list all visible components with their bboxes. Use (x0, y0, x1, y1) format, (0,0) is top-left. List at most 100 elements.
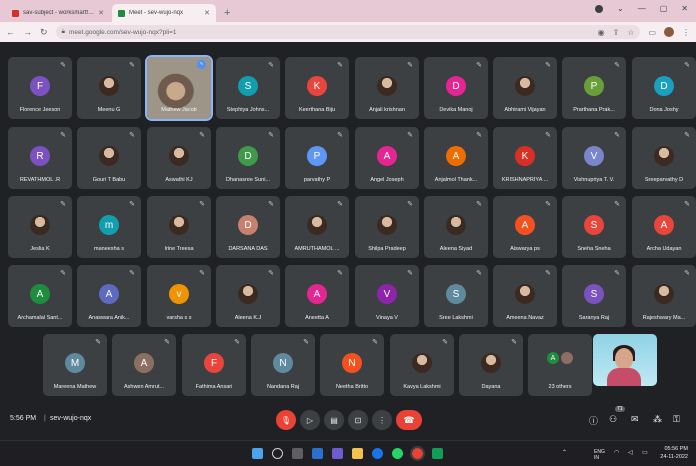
participant-tile[interactable]: M ✎ Mareena Mathew (43, 334, 107, 396)
tray-chevron-icon[interactable]: ⌃ (562, 449, 567, 456)
participant-tile[interactable]: ✎ Meenu G (77, 57, 141, 119)
close-window-icon[interactable]: ✕ (681, 4, 688, 13)
participant-tile[interactable]: D ✎ DARSANA DAS (216, 196, 280, 258)
participant-tile[interactable]: D ✎ Dona Joshy (632, 57, 696, 119)
participant-tile[interactable]: ✎ AMRUTHAMOL ... (285, 196, 349, 258)
participant-tile[interactable]: ✎ Irine Treesa (147, 196, 211, 258)
widgets-icon[interactable] (312, 448, 323, 459)
participant-tile[interactable]: D ✎ Dhanasree Suni... (216, 127, 280, 189)
maximize-icon[interactable]: ▢ (660, 4, 668, 13)
meeting-details-icon[interactable]: ⓘ (589, 414, 598, 427)
participant-tile[interactable]: ✎ Sreeparvathy D (632, 127, 696, 189)
task-view-icon[interactable] (292, 448, 303, 459)
participant-tile[interactable]: ✎ Ameena Navaz (493, 265, 557, 327)
activities-icon[interactable]: ⁂ (653, 414, 662, 425)
profile-icon[interactable] (595, 4, 604, 13)
camera-toggle-button[interactable]: ▷ (300, 410, 320, 430)
camera-icon[interactable]: ◉ (598, 28, 605, 37)
participant-tile[interactable]: F ✎ Florence Jeeson (8, 57, 72, 119)
tab-search-icon[interactable]: ⌄ (617, 4, 624, 13)
participant-tile[interactable]: ✎ Rajeshwary Ma... (632, 265, 696, 327)
participant-tile[interactable]: F ✎ Fathima Ansari (182, 334, 246, 396)
participant-tile[interactable]: ✎ Gouri T Babu (77, 127, 141, 189)
participant-tile[interactable]: D ✎ Devika Manoj (424, 57, 488, 119)
participant-tile[interactable]: A ✎ Anaswara Anik... (77, 265, 141, 327)
close-tab-icon[interactable]: ✕ (204, 9, 210, 17)
participant-tile[interactable]: ✎ Abhirami Vijayan (493, 57, 557, 119)
participant-tile[interactable]: A ✎ Anjalmol Thank... (424, 127, 488, 189)
language-indicator[interactable]: ENG IN (594, 449, 605, 461)
participant-tile[interactable]: A ✎ Archa Udayan (632, 196, 696, 258)
chrome-avatar[interactable] (664, 27, 674, 37)
participant-tile[interactable]: P ✎ Prarthana Prak... (562, 57, 626, 119)
chat-icon[interactable]: ✉ (631, 414, 639, 425)
chrome-icon[interactable] (410, 446, 425, 461)
participant-tile[interactable]: P ✎ parvathy P (285, 127, 349, 189)
host-controls-icon[interactable]: ⚿ (673, 414, 680, 425)
share-icon[interactable]: ⇪ (613, 28, 620, 37)
participant-tile[interactable]: ✎ Jeslia K (8, 196, 72, 258)
battery-icon[interactable]: ▭ (642, 449, 648, 456)
file-explorer-icon[interactable] (352, 448, 363, 459)
volume-icon[interactable]: ◁ (628, 449, 633, 456)
participant-tile[interactable]: ✎ Aswathi KJ (147, 127, 211, 189)
participant-tile[interactable]: S ✎ Sree Lakshmi (424, 265, 488, 327)
participant-tile[interactable]: S ✎ Sneha Sneha (562, 196, 626, 258)
participant-tile[interactable]: V ✎ Vishnupriya T. V. (562, 127, 626, 189)
windows-start-icon[interactable] (252, 448, 263, 459)
search-icon[interactable] (272, 448, 283, 459)
participant-tile[interactable]: V ✎ Vinaya V (355, 265, 419, 327)
captions-button[interactable]: ▤ (324, 410, 344, 430)
participant-tile[interactable]: K ✎ KRISHNAPRIYA ... (493, 127, 557, 189)
mic-toggle-button[interactable]: 🎙︎ (276, 410, 296, 430)
extensions-icon[interactable]: ▭ (648, 28, 656, 37)
browser-tab-gmail[interactable]: sav-subject - worksmartfun@gm ✕ (6, 4, 110, 22)
participant-tile[interactable]: ✎ Anjali krishnan (355, 57, 419, 119)
wifi-icon[interactable]: ◠ (614, 449, 619, 456)
teams-icon[interactable] (332, 448, 343, 459)
participant-tile[interactable]: ∿ Mathew Jacob (145, 55, 213, 121)
participant-tile[interactable]: ✎ Aleena Siyad (424, 196, 488, 258)
participant-name: Aswathi KJ (165, 177, 193, 183)
participant-tile[interactable]: m ✎ maneesha s (77, 196, 141, 258)
participant-tile[interactable]: S ✎ Saranya Raj (562, 265, 626, 327)
url-field[interactable]: 🔒︎ meet.google.com/sev-wujo-nqx?pli=1 ◉ … (55, 25, 641, 39)
self-view-tile[interactable] (593, 334, 657, 386)
menu-icon[interactable]: ⋮ (682, 28, 690, 37)
participant-tile[interactable]: A ✎ Angel Joseph (355, 127, 419, 189)
participant-tile[interactable]: A ✎ Archamalal Sant... (8, 265, 72, 327)
participant-tile[interactable]: A ✎ Aiswarya ps (493, 196, 557, 258)
participant-tile[interactable]: N ✎ Nandana Raj (251, 334, 315, 396)
participant-tile[interactable]: A ✎ Ashwen Amrut... (112, 334, 176, 396)
participant-tile[interactable]: ✎ Kavya Lakshmi (390, 334, 454, 396)
participant-tile[interactable]: R ✎ REVATHMOL .R (8, 127, 72, 189)
taskbar-clock[interactable]: 05:56 PM 24-11-2022 (660, 445, 688, 461)
participant-tile[interactable]: K ✎ Keerthana Biju (285, 57, 349, 119)
close-tab-icon[interactable]: ✕ (98, 9, 104, 17)
edge-icon[interactable] (372, 448, 383, 459)
bookmark-icon[interactable]: ☆ (627, 28, 634, 37)
avatar-photo (169, 215, 189, 235)
participant-tile[interactable]: A ✎ Aneetta A (285, 265, 349, 327)
leave-call-button[interactable]: ☎︎ (396, 410, 422, 430)
more-options-button[interactable]: ⋮ (372, 410, 392, 430)
new-tab-button[interactable]: + (218, 4, 236, 22)
avatar: F (30, 76, 50, 96)
minimize-icon[interactable]: — (638, 4, 646, 13)
whatsapp-icon[interactable] (392, 448, 403, 459)
forward-icon[interactable]: → (23, 27, 32, 37)
participant-tile[interactable]: N ✎ Neetha Britto (320, 334, 384, 396)
reload-icon[interactable]: ↻ (40, 27, 48, 38)
participant-tile[interactable]: v ✎ varsha s s (147, 265, 211, 327)
participant-tile[interactable]: ✎ Shilpa Pradeep (355, 196, 419, 258)
people-icon[interactable]: ⚇ (609, 414, 617, 425)
present-button[interactable]: ⊡ (348, 410, 368, 430)
participant-tile[interactable]: ✎ Dayana (459, 334, 523, 396)
meet-app-icon[interactable] (432, 448, 443, 459)
participant-name: Meenu G (97, 107, 121, 113)
participant-tile[interactable]: S ✎ Stephiya Johns... (216, 57, 280, 119)
back-icon[interactable]: ← (6, 27, 15, 37)
participant-tile[interactable]: ✎ Aleena K.J (216, 265, 280, 327)
browser-tab-meet[interactable]: Meet - sev-wujo-nqx ✕ (112, 4, 216, 22)
participant-tile[interactable]: A 23 others (528, 334, 592, 396)
